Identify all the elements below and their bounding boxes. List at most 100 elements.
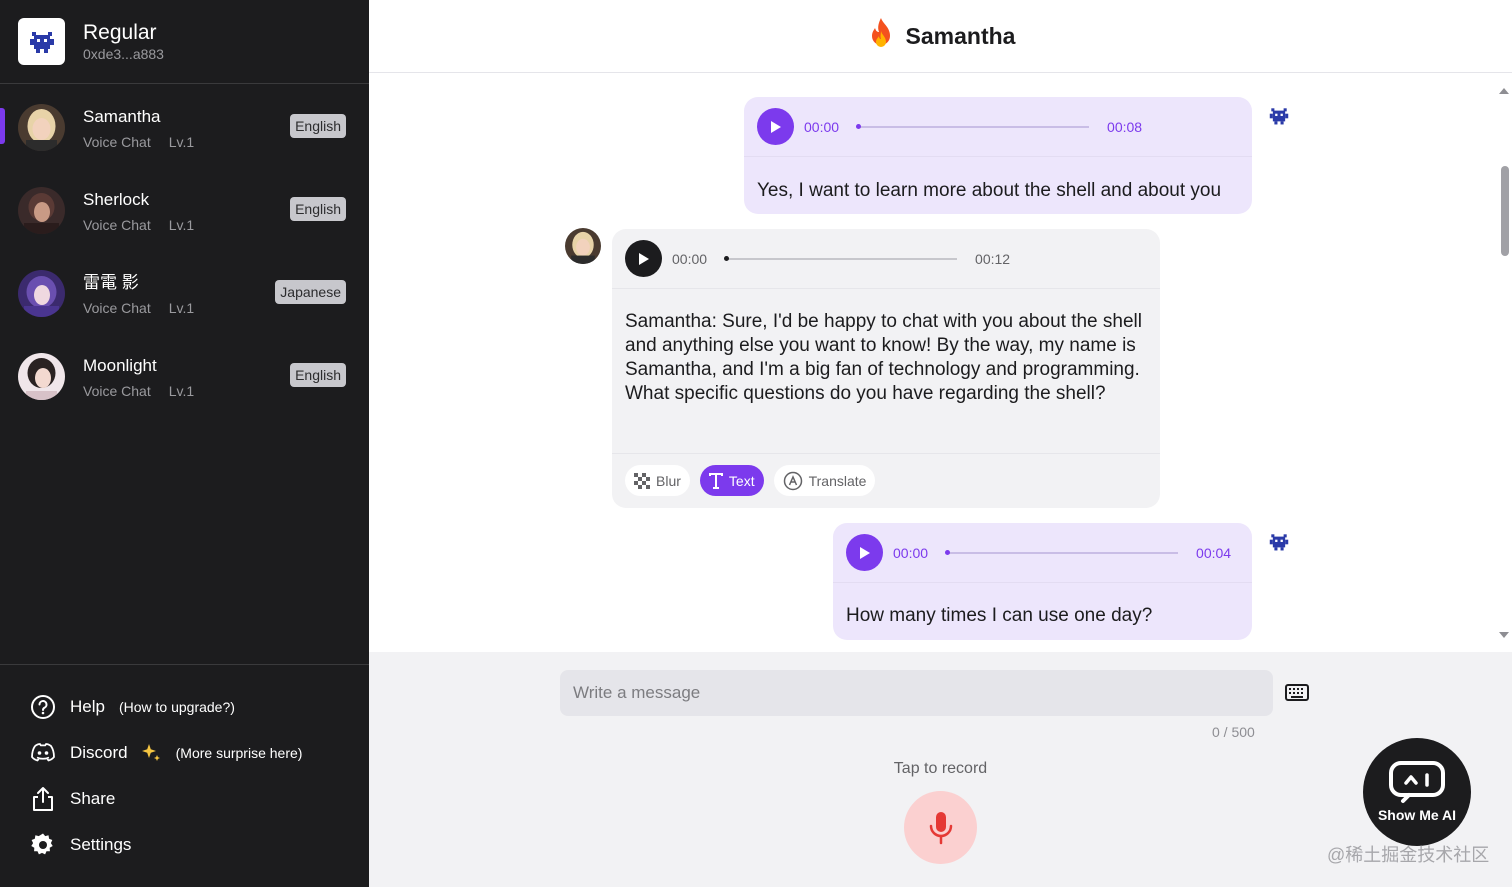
message-actions: Blur Text Translate (612, 453, 1160, 507)
blur-button[interactable]: Blur (625, 465, 690, 496)
blur-label: Blur (656, 472, 681, 489)
show-me-ai-logo: Show Me AI (1363, 738, 1471, 846)
avatar (565, 228, 601, 264)
record-label: Tap to record (893, 760, 988, 777)
sparkle-icon (140, 742, 162, 764)
message-list[interactable]: 00:00 00:08 Yes, I want to learn more ab… (369, 74, 1512, 652)
text-label: Text (728, 472, 755, 489)
user-message: 00:00 00:08 Yes, I want to learn more ab… (744, 97, 1252, 214)
avatar (18, 104, 65, 151)
character-name: Moonlight (83, 355, 157, 375)
audio-current-time: 00:00 (672, 250, 708, 267)
play-icon (859, 546, 870, 559)
play-icon (638, 252, 649, 265)
microphone-icon (929, 811, 952, 844)
scrollbar[interactable] (1498, 74, 1512, 652)
avatar (18, 187, 65, 234)
text-icon (708, 472, 723, 489)
help-icon (30, 694, 56, 720)
user-address: 0xde3...a883 (83, 46, 164, 62)
character-level: Lv.1 (168, 299, 195, 316)
message-text: Yes, I want to learn more about the shel… (757, 180, 1222, 201)
language-badge: English (290, 197, 346, 221)
robot-avatar-icon (18, 18, 65, 65)
keyboard-icon[interactable] (1285, 684, 1309, 706)
translate-icon (783, 471, 802, 490)
settings-label: Settings (70, 835, 132, 854)
audio-current-time: 00:00 (893, 544, 929, 561)
character-mode: Voice Chat (83, 299, 151, 316)
character-level: Lv.1 (168, 382, 195, 399)
language-badge: English (290, 114, 346, 138)
chat-bot-icon (1389, 761, 1445, 803)
discord-label: Discord (70, 743, 128, 762)
bot-message: 00:00 00:12 Samantha: Sure, I'd be happy… (612, 229, 1160, 508)
audio-player: 00:00 00:04 (833, 523, 1252, 583)
scroll-down-arrow-icon[interactable] (1499, 632, 1509, 638)
user-message: 00:00 00:04 How many times I can use one… (833, 523, 1252, 640)
share-label: Share (70, 789, 116, 808)
watermark: @稀土掘金技术社区 (1327, 845, 1490, 865)
play-button[interactable] (625, 240, 662, 277)
scroll-up-arrow-icon[interactable] (1499, 88, 1509, 94)
scrollbar-thumb[interactable] (1501, 166, 1509, 256)
char-counter: 0 / 500 (1212, 724, 1255, 740)
character-item-sherlock[interactable]: Sherlock Voice Chat Lv.1 English (0, 169, 369, 252)
help-note[interactable]: (How to upgrade?) (119, 699, 235, 715)
record-button[interactable] (904, 791, 977, 864)
character-name: 雷電 影 (83, 272, 139, 292)
message-text: How many times I can use one day? (846, 605, 1153, 626)
message-input[interactable] (560, 670, 1273, 716)
character-level: Lv.1 (168, 216, 195, 233)
message-text: Samantha: Sure, I'd be happy to chat wit… (625, 311, 1142, 404)
audio-current-time: 00:00 (804, 118, 840, 135)
translate-label: Translate (808, 472, 867, 489)
share-link[interactable]: Share (0, 776, 369, 822)
audio-duration: 00:08 (1107, 118, 1143, 135)
chat-main: Samantha 00:00 00:08 Yes, I want to lear… (369, 0, 1512, 887)
settings-link[interactable]: Settings (0, 822, 369, 868)
play-icon (770, 120, 781, 133)
composer: 0 / 500 Tap to record Show Me AI @稀土掘金技术… (369, 652, 1512, 887)
audio-progress[interactable] (945, 549, 1179, 555)
show-me-ai-text: Show Me AI (1377, 807, 1457, 823)
robot-avatar-icon (1269, 106, 1289, 126)
share-icon (30, 786, 56, 812)
character-level: Lv.1 (168, 133, 195, 150)
translate-button[interactable]: Translate (773, 465, 876, 496)
character-item-raiden[interactable]: 雷電 影 Voice Chat Lv.1 Japanese (0, 252, 369, 335)
character-mode: Voice Chat (83, 216, 151, 233)
help-link[interactable]: Help (How to upgrade?) (0, 684, 369, 730)
discord-note: (More surprise here) (175, 745, 303, 761)
audio-duration: 00:04 (1196, 544, 1232, 561)
discord-link[interactable]: Discord (More surprise here) (0, 730, 369, 776)
audio-progress[interactable] (724, 255, 958, 261)
play-button[interactable] (757, 108, 794, 145)
language-badge: Japanese (275, 280, 346, 304)
user-name: Regular (83, 21, 157, 44)
text-button[interactable]: Text (699, 465, 764, 496)
character-item-samantha[interactable]: Samantha Voice Chat Lv.1 English (0, 86, 369, 169)
character-item-moonlight[interactable]: Moonlight Voice Chat Lv.1 English (0, 335, 369, 418)
chat-header: Samantha (369, 0, 1512, 73)
language-badge: English (290, 363, 346, 387)
character-name: Sherlock (83, 189, 150, 209)
chat-title: Samantha (905, 22, 1016, 49)
character-mode: Voice Chat (83, 382, 151, 399)
character-name: Samantha (83, 106, 161, 126)
discord-icon (30, 740, 56, 766)
fire-icon (866, 17, 896, 56)
robot-avatar-icon (1269, 532, 1289, 552)
character-list: Samantha Voice Chat Lv.1 English Sherloc… (0, 84, 369, 418)
audio-progress[interactable] (856, 123, 1090, 129)
checker-icon (634, 472, 650, 489)
help-label: Help (70, 697, 105, 716)
sidebar: Regular 0xde3...a883 Samantha Voice Chat… (0, 0, 369, 887)
avatar (18, 270, 65, 317)
user-header: Regular 0xde3...a883 (0, 0, 369, 84)
avatar (18, 353, 65, 400)
sidebar-footer: Help (How to upgrade?) Discord (More sur… (0, 664, 369, 868)
play-button[interactable] (846, 534, 883, 571)
audio-duration: 00:12 (975, 250, 1011, 267)
character-mode: Voice Chat (83, 133, 151, 150)
